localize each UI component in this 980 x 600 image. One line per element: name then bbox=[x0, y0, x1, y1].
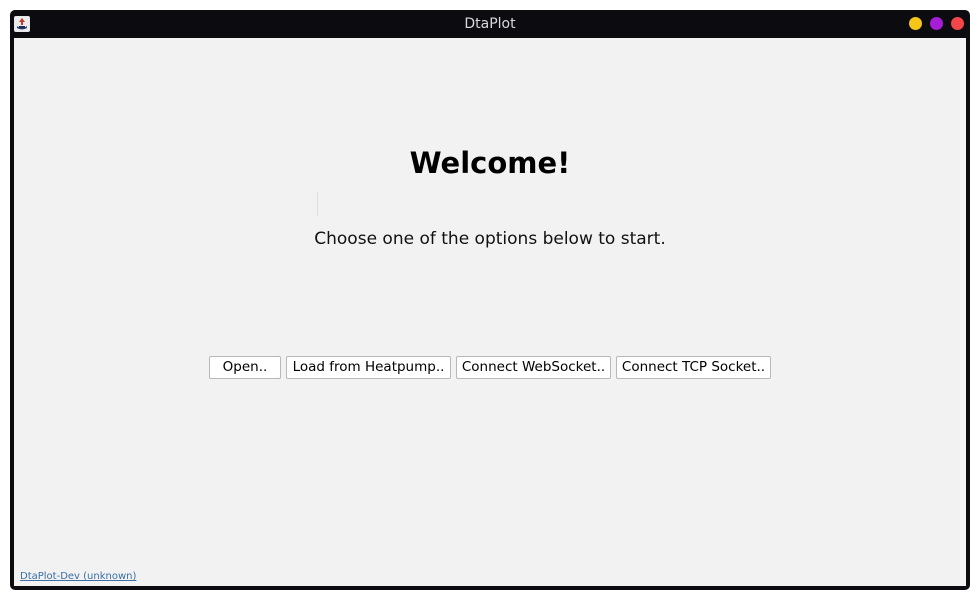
close-button[interactable] bbox=[951, 17, 964, 30]
version-link[interactable]: DtaPlot-Dev (unknown) bbox=[20, 571, 136, 582]
welcome-subtitle: Choose one of the options below to start… bbox=[314, 229, 666, 249]
maximize-button[interactable] bbox=[930, 17, 943, 30]
text-caret bbox=[317, 192, 318, 216]
welcome-heading: Welcome! bbox=[409, 146, 571, 180]
app-window: DtaPlot Welcome! Choose one of the optio… bbox=[10, 10, 970, 590]
window-title: DtaPlot bbox=[464, 16, 516, 32]
title-bar[interactable]: DtaPlot bbox=[10, 10, 970, 38]
connect-websocket-button[interactable]: Connect WebSocket.. bbox=[456, 356, 611, 379]
load-from-heatpump-button[interactable]: Load from Heatpump.. bbox=[286, 356, 451, 379]
welcome-panel: Welcome! Choose one of the options below… bbox=[14, 38, 966, 586]
connect-tcp-socket-button[interactable]: Connect TCP Socket.. bbox=[616, 356, 771, 379]
open-button[interactable]: Open.. bbox=[209, 356, 281, 379]
minimize-button[interactable] bbox=[909, 17, 922, 30]
